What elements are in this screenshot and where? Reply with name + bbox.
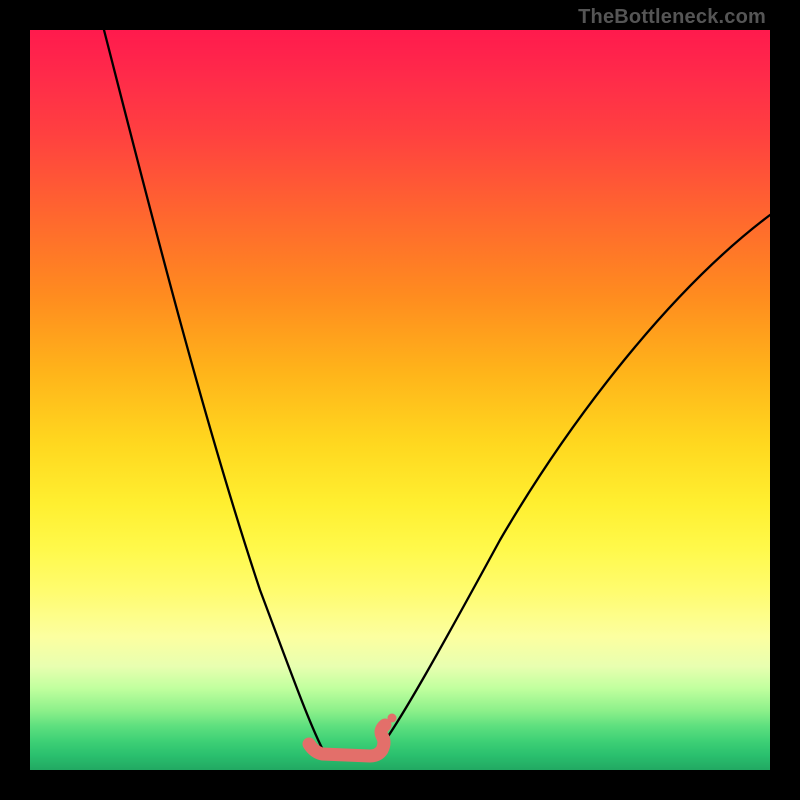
left-curve	[104, 30, 322, 748]
right-curve	[380, 215, 770, 748]
watermark-text: TheBottleneck.com	[578, 6, 766, 29]
chart-svg	[30, 30, 770, 770]
valley-dot	[388, 714, 397, 723]
valley-floor	[309, 725, 385, 756]
chart-frame: TheBottleneck.com	[0, 0, 800, 800]
